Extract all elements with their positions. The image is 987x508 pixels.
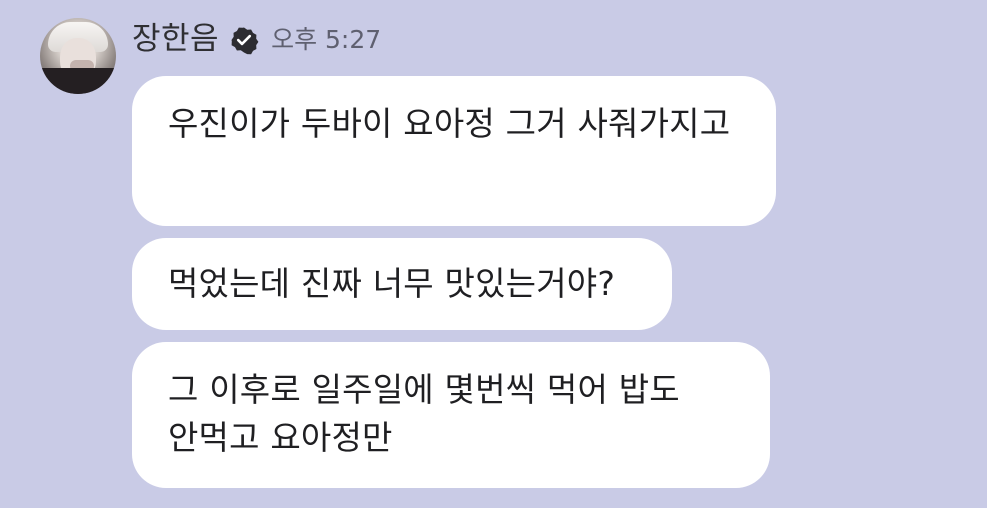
message-header: 장한음 오후 5:27 xyxy=(132,24,381,55)
avatar[interactable] xyxy=(40,18,116,94)
message-text: 먹었는데 진짜 너무 맛있는거야? xyxy=(168,264,616,303)
verified-check-icon xyxy=(229,25,259,55)
message-bubble[interactable]: 먹었는데 진짜 너무 맛있는거야? xyxy=(132,238,672,330)
message-text: 우진이가 두바이 요아정 그거 사줘가지고 xyxy=(168,104,731,143)
avatar-shadow xyxy=(40,68,116,94)
message-timestamp: 오후 5:27 xyxy=(271,25,382,54)
sender-name: 장한음 xyxy=(132,21,220,57)
message-bubble[interactable]: 우진이가 두바이 요아정 그거 사줘가지고 xyxy=(132,76,776,226)
message-text: 그 이후로 일주일에 몇번씩 먹어 밥도 안먹고 요아정만 xyxy=(168,370,680,457)
message-bubble[interactable]: 그 이후로 일주일에 몇번씩 먹어 밥도 안먹고 요아정만 xyxy=(132,342,770,488)
